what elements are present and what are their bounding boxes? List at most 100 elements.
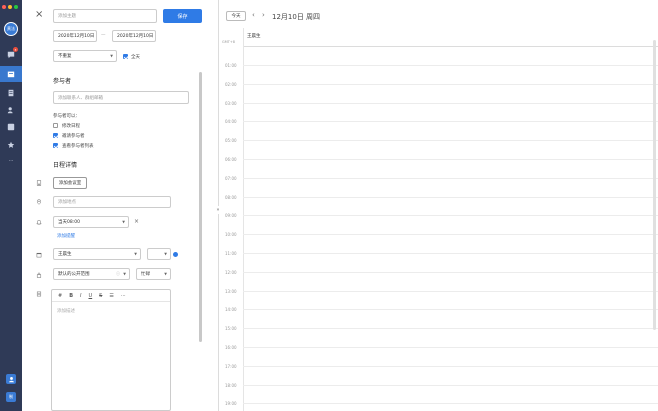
hour-row[interactable] (243, 177, 658, 179)
hour-label: 05:00 (225, 138, 237, 144)
app-sidebar: 黄法 3 ··· 制 (0, 0, 22, 411)
event-form-panel: × 添加主题 保存 2020年12月10日 — 2020年12月10日 不重复 … (22, 0, 218, 411)
today-button[interactable]: 今天 (226, 11, 246, 21)
location-input[interactable]: 添加地点 (53, 196, 171, 208)
calendar-select[interactable]: 王晨生 ▼ (53, 248, 141, 260)
title-input[interactable]: 添加主题 (53, 9, 157, 23)
list-tool[interactable]: ☰ (109, 293, 113, 299)
color-select[interactable]: ▼ (147, 248, 171, 260)
sidebar-item-contacts[interactable] (6, 105, 16, 115)
visibility-value: 默认的公开范围 (58, 272, 90, 277)
prev-day-button[interactable]: ‹ (252, 11, 255, 19)
hour-row[interactable] (243, 403, 658, 405)
hour-label: 04:00 (225, 119, 237, 125)
hour-label: 03:00 (225, 100, 237, 106)
apps-icon (7, 123, 15, 131)
hour-row[interactable] (243, 83, 658, 85)
star-icon (7, 141, 15, 148)
hour-row[interactable] (243, 384, 658, 386)
hour-label: 09:00 (225, 213, 237, 219)
perm-invite-checkbox[interactable] (53, 133, 58, 138)
avatar[interactable]: 黄法 (4, 22, 18, 36)
end-date-field[interactable]: 2020年12月10日 (112, 30, 156, 42)
hour-row[interactable] (243, 215, 658, 217)
italic-tool[interactable]: I (80, 293, 81, 299)
heading-tool[interactable]: # (58, 293, 62, 299)
date-separator: — (101, 33, 106, 38)
save-button[interactable]: 保存 (163, 9, 202, 23)
timezone-label: GMT+8 (222, 40, 236, 44)
perm-view-label: 查看参与者列表 (62, 144, 94, 149)
org-button[interactable]: 制 (6, 392, 16, 402)
add-reminder-link[interactable]: 添加提醒 (57, 233, 75, 239)
calendar-scrollbar[interactable] (653, 40, 656, 330)
hour-label: 08:00 (225, 194, 237, 200)
more-tools[interactable]: ⋯ (121, 293, 126, 299)
next-day-button[interactable]: › (262, 11, 265, 19)
close-icon[interactable]: × (35, 10, 45, 20)
hour-label: 01:00 (225, 63, 237, 68)
hour-row[interactable] (243, 328, 658, 330)
hour-row[interactable] (243, 271, 658, 273)
allday-checkbox[interactable] (123, 54, 128, 59)
profile-button[interactable] (6, 374, 16, 384)
repeat-select[interactable]: 不重复 ▼ (53, 50, 117, 62)
hour-label: 19:00 (225, 401, 237, 407)
sidebar-item-workplace[interactable] (6, 122, 16, 132)
hour-row[interactable] (243, 365, 658, 367)
lock-icon (36, 272, 42, 278)
start-date-field[interactable]: 2020年12月10日 (53, 30, 97, 42)
hour-label: 13:00 (225, 288, 237, 294)
hour-row[interactable] (243, 102, 658, 104)
sidebar-item-favorites[interactable] (6, 140, 16, 150)
panel-scrollbar[interactable] (199, 72, 202, 342)
busy-select[interactable]: 忙碌 ▼ (136, 268, 171, 280)
visibility-select[interactable]: 默认的公开范围 ⓘ ▼ (53, 268, 130, 280)
perm-modify-checkbox[interactable] (53, 123, 58, 128)
hour-row[interactable] (243, 347, 658, 348)
calendar-date-title: 12月10日 周四 (272, 13, 321, 21)
sidebar-item-docs[interactable] (6, 88, 16, 98)
bell-icon (36, 219, 42, 225)
hour-row[interactable] (243, 140, 658, 142)
event-color-swatch (173, 252, 178, 257)
hour-row[interactable] (243, 234, 658, 236)
description-icon (36, 291, 42, 297)
repeat-value: 不重复 (58, 54, 72, 59)
reminder-value: 当天08:00 (58, 220, 80, 225)
perm-view-checkbox[interactable] (53, 143, 58, 148)
minimize-window-button[interactable] (8, 5, 12, 9)
close-window-button[interactable] (2, 5, 6, 9)
notification-badge: 3 (13, 47, 18, 52)
editor-toolbar: # B I U S ☰ ⋯ (52, 290, 170, 302)
help-icon[interactable]: ⓘ (116, 271, 120, 277)
description-editor[interactable]: # B I U S ☰ ⋯ 添加描述 (51, 289, 171, 411)
strikethrough-tool[interactable]: S (99, 293, 102, 299)
busy-value: 忙碌 (141, 272, 150, 277)
calendar-select-icon (36, 252, 42, 258)
hour-row[interactable] (243, 290, 658, 292)
hour-label: 12:00 (225, 269, 237, 275)
underline-tool[interactable]: U (89, 293, 93, 299)
chevron-down-icon: ▼ (122, 220, 125, 224)
hour-row[interactable] (243, 65, 658, 66)
hour-row[interactable] (243, 196, 658, 198)
hour-row[interactable] (243, 309, 658, 311)
maximize-window-button[interactable] (14, 5, 18, 9)
hour-label: 11:00 (225, 251, 237, 256)
hour-row[interactable] (243, 121, 658, 123)
hour-row[interactable] (243, 253, 658, 254)
reminder-select[interactable]: 当天08:00 ▼ (53, 216, 129, 228)
add-meeting-room-button[interactable]: 添加会议室 (53, 177, 87, 189)
perm-modify-label: 修改日程 (62, 124, 80, 129)
participants-input[interactable]: 添加联系人、群组邮箱 (53, 91, 189, 104)
hour-label: 15:00 (225, 326, 237, 332)
remove-reminder-icon[interactable]: × (134, 218, 139, 225)
calendar-icon (7, 71, 15, 78)
more-icon[interactable]: ··· (6, 156, 16, 166)
bold-tool[interactable]: B (69, 293, 73, 299)
location-icon (36, 199, 42, 205)
description-placeholder: 添加描述 (57, 309, 75, 314)
hour-row[interactable] (243, 159, 658, 160)
sidebar-item-calendar[interactable] (6, 69, 16, 79)
